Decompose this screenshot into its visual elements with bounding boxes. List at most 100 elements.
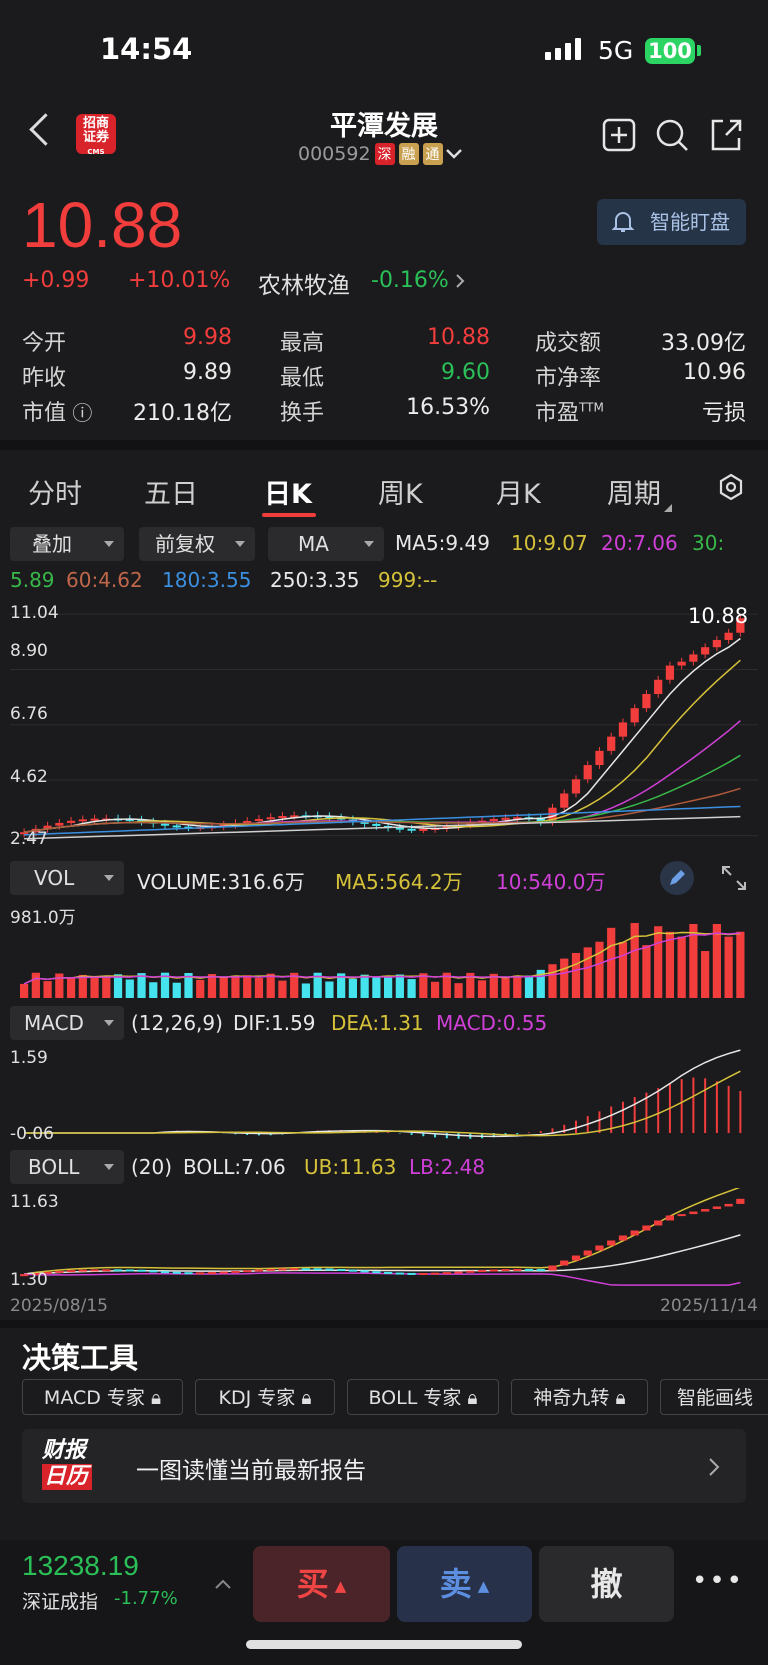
volume-bar [630, 923, 639, 998]
macd-dropdown[interactable]: MACD [10, 1006, 124, 1040]
volume-bar [125, 979, 134, 998]
adjust-dropdown[interactable]: 前复权 [139, 527, 255, 561]
candle-body [243, 820, 252, 823]
candle-body [254, 818, 264, 821]
buy-button[interactable]: 买 ▲ [253, 1546, 390, 1622]
boll-candle [372, 1271, 381, 1274]
cancel-button[interactable]: 撤 [539, 1546, 674, 1622]
smart-alert-button[interactable]: 智能盯盘 [597, 199, 746, 245]
tag-tong: 通 [422, 143, 443, 165]
candle-body [489, 818, 498, 821]
boll-candle [501, 1269, 510, 1272]
overlay-dropdown[interactable]: 叠加 [10, 527, 124, 561]
tool-magic-nine[interactable]: 神奇九转 🔒︎ [511, 1379, 648, 1415]
volume-bar [66, 978, 76, 998]
boll-chart[interactable] [10, 1188, 758, 1292]
dea-line [24, 1070, 741, 1137]
boll-candle [677, 1214, 686, 1217]
candle-body [407, 828, 416, 831]
tool-kdj-expert[interactable]: KDJ 专家 🔒︎ [195, 1379, 335, 1415]
boll-candle [595, 1245, 604, 1251]
volume-bar [430, 981, 440, 998]
kline-last-price: 10.88 [688, 604, 749, 628]
stat-label: 市净率 [535, 366, 602, 391]
tab-monthly-k[interactable]: 月K [496, 472, 541, 511]
volume-bar [43, 981, 52, 998]
volume-bar [560, 958, 569, 998]
macd-chart[interactable] [10, 1042, 758, 1142]
volume-bar [149, 982, 158, 998]
tab-timeshare[interactable]: 分时 [28, 472, 82, 511]
date-start: 2025/08/15 [10, 1296, 108, 1316]
sector-change[interactable]: -0.16% [371, 268, 449, 293]
boll-candle [160, 1271, 170, 1274]
tab-period[interactable]: 周期 [607, 472, 661, 511]
stat-value: 9.98 [183, 325, 232, 350]
chevron-right-icon[interactable] [455, 273, 465, 289]
chevron-up-icon[interactable] [214, 1578, 232, 1590]
boll-candle [454, 1271, 463, 1274]
tool-boll-expert[interactable]: BOLL 专家 🔒︎ [347, 1379, 499, 1415]
volume-bar [654, 926, 663, 998]
ma5-label: MA5:9.49 [395, 531, 490, 555]
fullscreen-icon[interactable] [720, 864, 748, 892]
boll-candle [701, 1209, 710, 1212]
boll-dropdown[interactable]: BOLL [10, 1150, 124, 1184]
boll-candle [654, 1220, 663, 1226]
indicator-dropdown[interactable]: MA [268, 527, 384, 561]
volume-bar [571, 952, 581, 998]
report-card[interactable]: 财报 日历 一图读懂当前最新报告 [22, 1429, 746, 1503]
boll-lb-line [24, 1272, 741, 1286]
boll-candle [137, 1269, 146, 1272]
tool-label: BOLL 专家 [368, 1387, 462, 1409]
more-icon[interactable]: ••• [692, 1566, 744, 1596]
report-logo-line1: 财报 [42, 1438, 87, 1463]
vol-dropdown[interactable]: VOL [10, 861, 124, 895]
tool-macd-expert[interactable]: MACD 专家 🔒︎ [22, 1379, 183, 1415]
tool-label: 神奇九转 [533, 1387, 610, 1409]
kline-chart[interactable] [10, 600, 758, 860]
info-icon[interactable]: ⓘ [66, 401, 92, 425]
edit-icon[interactable] [660, 861, 694, 895]
boll-candle [430, 1272, 440, 1275]
sector-name[interactable]: 农林牧渔 [258, 266, 350, 300]
boll-candle [290, 1268, 299, 1271]
boll-candle [524, 1268, 534, 1271]
sell-button[interactable]: 卖 ▲ [397, 1546, 532, 1622]
bell-icon [611, 212, 635, 232]
macd-dif: DIF:1.59 [233, 1011, 316, 1035]
stat-value: 亏损 [701, 401, 746, 426]
tool-smart-draw[interactable]: 智能画线 [660, 1379, 768, 1415]
index-value[interactable]: 13238.19 [22, 1550, 139, 1582]
lock-icon: 🔒︎ [301, 1387, 312, 1409]
tab-daily-k[interactable]: 日K [264, 472, 312, 511]
boll-candle [689, 1211, 698, 1215]
volume-bar [524, 975, 534, 998]
volume-chart[interactable] [10, 900, 758, 1000]
search-icon[interactable] [655, 118, 689, 152]
stock-code-row[interactable]: 000592 深 融 通 [298, 143, 463, 165]
candle-body [583, 765, 592, 780]
tab-weekly-k[interactable]: 周K [378, 472, 423, 511]
boll-candle [630, 1230, 639, 1236]
candle-body [654, 679, 663, 694]
battery-tip [697, 45, 701, 56]
share-icon[interactable] [709, 118, 743, 152]
boll-candle [548, 1265, 557, 1271]
add-watchlist-icon[interactable] [602, 118, 636, 152]
tab-five-day[interactable]: 五日 [144, 472, 198, 511]
boll-candle [536, 1268, 545, 1271]
report-logo: 财报 日历 [42, 1438, 92, 1494]
candle-body [560, 793, 569, 808]
boll-candle [278, 1268, 287, 1271]
boll-candle [665, 1215, 675, 1221]
settings-icon[interactable] [717, 473, 745, 501]
boll-axis-bottom: 1.30 [10, 1270, 48, 1290]
boll-candle [254, 1269, 264, 1272]
boll-candle [583, 1250, 592, 1256]
macd-value: MACD:0.55 [436, 1011, 548, 1035]
tool-label: MACD 专家 [43, 1387, 145, 1409]
volume-bar [477, 980, 487, 998]
active-tab-indicator [262, 513, 316, 517]
stat-label: 最高 [280, 331, 325, 356]
